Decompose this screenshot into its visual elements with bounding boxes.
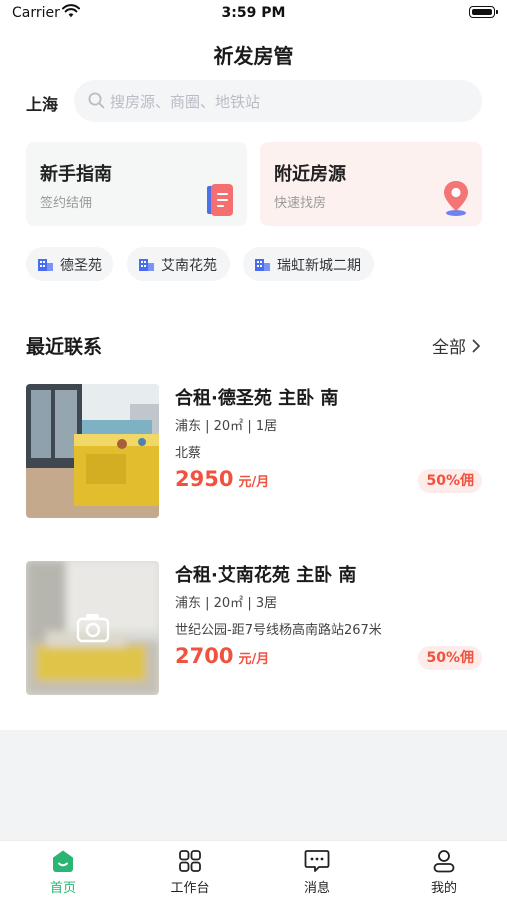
chip-label: 瑞虹新城二期 bbox=[277, 258, 361, 274]
listing-title: 合租·德圣苑 主卧 南 bbox=[175, 388, 339, 409]
listing-card[interactable]: 合租·德圣苑 主卧 南 浦东 | 20㎡ | 1居 北蔡 2950 元/月 50… bbox=[26, 384, 482, 518]
community-chip[interactable]: 艾南花苑 bbox=[127, 247, 230, 281]
card-title: 附近房源 bbox=[274, 164, 346, 185]
listing-price: 2700 元/月 bbox=[175, 644, 269, 668]
card-subtitle: 签约结佣 bbox=[40, 196, 93, 211]
location-pin-icon bbox=[444, 181, 468, 216]
page-title: 祈发房管 bbox=[213, 44, 294, 68]
commission-badge: 50%佣 bbox=[418, 469, 482, 493]
price-unit: 元/月 bbox=[238, 652, 270, 667]
tab-label: 首页 bbox=[49, 881, 76, 896]
home-icon bbox=[53, 850, 73, 872]
price-unit: 元/月 bbox=[238, 475, 270, 490]
search-icon bbox=[88, 92, 105, 109]
listing-location: 世纪公园-距7号线杨高南路站267米 bbox=[175, 623, 382, 638]
tab-label: 工作台 bbox=[170, 881, 210, 896]
view-all-label: 全部 bbox=[432, 338, 466, 358]
building-icon bbox=[139, 259, 154, 271]
tab-label: 消息 bbox=[303, 881, 330, 896]
listing-photo bbox=[26, 384, 159, 518]
document-icon bbox=[207, 184, 233, 216]
battery-icon bbox=[469, 6, 498, 18]
tab-workbench[interactable]: 工作台 bbox=[127, 841, 253, 901]
listing-card[interactable]: 合租·艾南花苑 主卧 南 浦东 | 20㎡ | 3居 世纪公园-距7号线杨高南路… bbox=[26, 561, 482, 695]
listing-meta: 浦东 | 20㎡ | 3居 bbox=[175, 596, 278, 611]
price-value: 2700 bbox=[175, 644, 234, 668]
chevron-right-icon bbox=[472, 339, 480, 352]
card-title: 新手指南 bbox=[40, 164, 112, 185]
grid-icon bbox=[179, 850, 201, 872]
message-icon bbox=[304, 850, 330, 872]
listing-photo bbox=[26, 561, 159, 695]
building-icon bbox=[38, 259, 53, 271]
card-subtitle: 快速找房 bbox=[274, 196, 327, 211]
listing-title: 合租·艾南花苑 主卧 南 bbox=[175, 565, 357, 586]
search-input[interactable]: 搜房源、商圈、地铁站 bbox=[74, 80, 482, 122]
section-title: 最近联系 bbox=[26, 336, 103, 358]
beginner-guide-card[interactable]: 新手指南 签约结佣 bbox=[26, 142, 247, 226]
listing-meta: 浦东 | 20㎡ | 1居 bbox=[175, 419, 278, 434]
city-selector[interactable]: 上海 bbox=[26, 91, 58, 115]
status-bar: Carrier 3:59 PM bbox=[0, 0, 507, 28]
search-placeholder: 搜房源、商圈、地铁站 bbox=[110, 93, 261, 111]
nearby-listings-card[interactable]: 附近房源 快速找房 bbox=[260, 142, 482, 226]
tab-home[interactable]: 首页 bbox=[0, 841, 126, 901]
tab-label: 我的 bbox=[430, 881, 457, 896]
community-chip[interactable]: 瑞虹新城二期 bbox=[243, 247, 374, 281]
listing-location: 北蔡 bbox=[175, 446, 202, 461]
chip-label: 德圣苑 bbox=[60, 258, 102, 274]
price-value: 2950 bbox=[175, 467, 234, 491]
clock: 3:59 PM bbox=[221, 5, 286, 21]
building-icon bbox=[255, 259, 270, 271]
tab-profile[interactable]: 我的 bbox=[381, 841, 507, 901]
listing-price: 2950 元/月 bbox=[175, 467, 269, 491]
tab-bar: 首页 工作台 消息 我的 bbox=[0, 840, 507, 901]
commission-badge: 50%佣 bbox=[418, 646, 482, 670]
user-icon bbox=[433, 850, 455, 873]
content-background bbox=[0, 730, 507, 840]
tab-messages[interactable]: 消息 bbox=[254, 841, 380, 901]
community-chip[interactable]: 德圣苑 bbox=[26, 247, 113, 281]
view-all-button[interactable]: 全部 bbox=[432, 333, 481, 358]
chip-label: 艾南花苑 bbox=[161, 258, 217, 274]
